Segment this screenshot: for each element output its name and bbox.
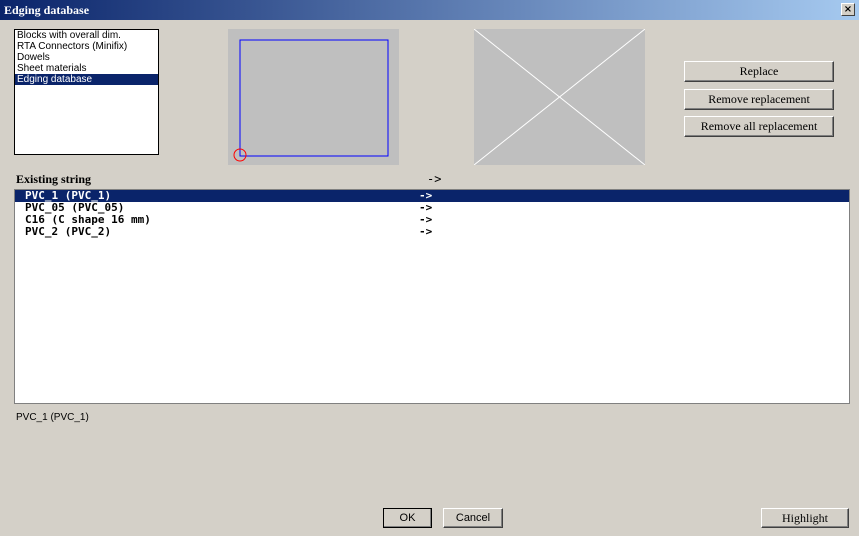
edge-preview bbox=[228, 29, 399, 165]
remove-replacement-button[interactable]: Remove replacement bbox=[684, 89, 834, 110]
list-item[interactable]: PVC_1 (PVC_1) -> bbox=[15, 190, 849, 202]
cancel-button[interactable]: Cancel bbox=[443, 508, 503, 528]
list-item[interactable]: C16 (C shape 16 mm) -> bbox=[15, 214, 849, 226]
edge-preview-drawing bbox=[233, 39, 389, 162]
replace-arrow: -> bbox=[419, 225, 433, 238]
window-title: Edging database bbox=[4, 3, 90, 17]
string-name: PVC_2 (PVC_2) bbox=[25, 225, 112, 238]
replacement-header-arrow: -> bbox=[427, 172, 442, 186]
category-item-blocks[interactable]: Blocks with overall dim. bbox=[15, 30, 158, 41]
title-bar: Edging database × bbox=[0, 0, 859, 20]
category-item-dowels[interactable]: Dowels bbox=[15, 52, 158, 63]
ok-button[interactable]: OK bbox=[383, 508, 432, 528]
category-list[interactable]: Blocks with overall dim. RTA Connectors … bbox=[14, 29, 159, 155]
remove-all-replacement-button[interactable]: Remove all replacement bbox=[684, 116, 834, 137]
highlight-button[interactable]: Highlight bbox=[761, 508, 849, 528]
string-list[interactable]: PVC_1 (PVC_1) -> PVC_05 (PVC_05) -> C16 … bbox=[14, 189, 850, 404]
category-item-rta-connectors[interactable]: RTA Connectors (Minifix) bbox=[15, 41, 158, 52]
category-item-edging-database[interactable]: Edging database bbox=[15, 74, 158, 85]
list-item[interactable]: PVC_2 (PVC_2) -> bbox=[15, 226, 849, 238]
close-button[interactable]: × bbox=[841, 3, 855, 16]
selected-string-status: PVC_1 (PVC_1) bbox=[16, 412, 89, 423]
replace-button[interactable]: Replace bbox=[684, 61, 834, 82]
no-image-placeholder-icon bbox=[473, 28, 646, 166]
category-item-sheet-materials[interactable]: Sheet materials bbox=[15, 63, 158, 74]
panel-outline bbox=[239, 39, 389, 157]
existing-string-header: Existing string bbox=[16, 172, 92, 186]
replacement-preview bbox=[473, 28, 646, 166]
